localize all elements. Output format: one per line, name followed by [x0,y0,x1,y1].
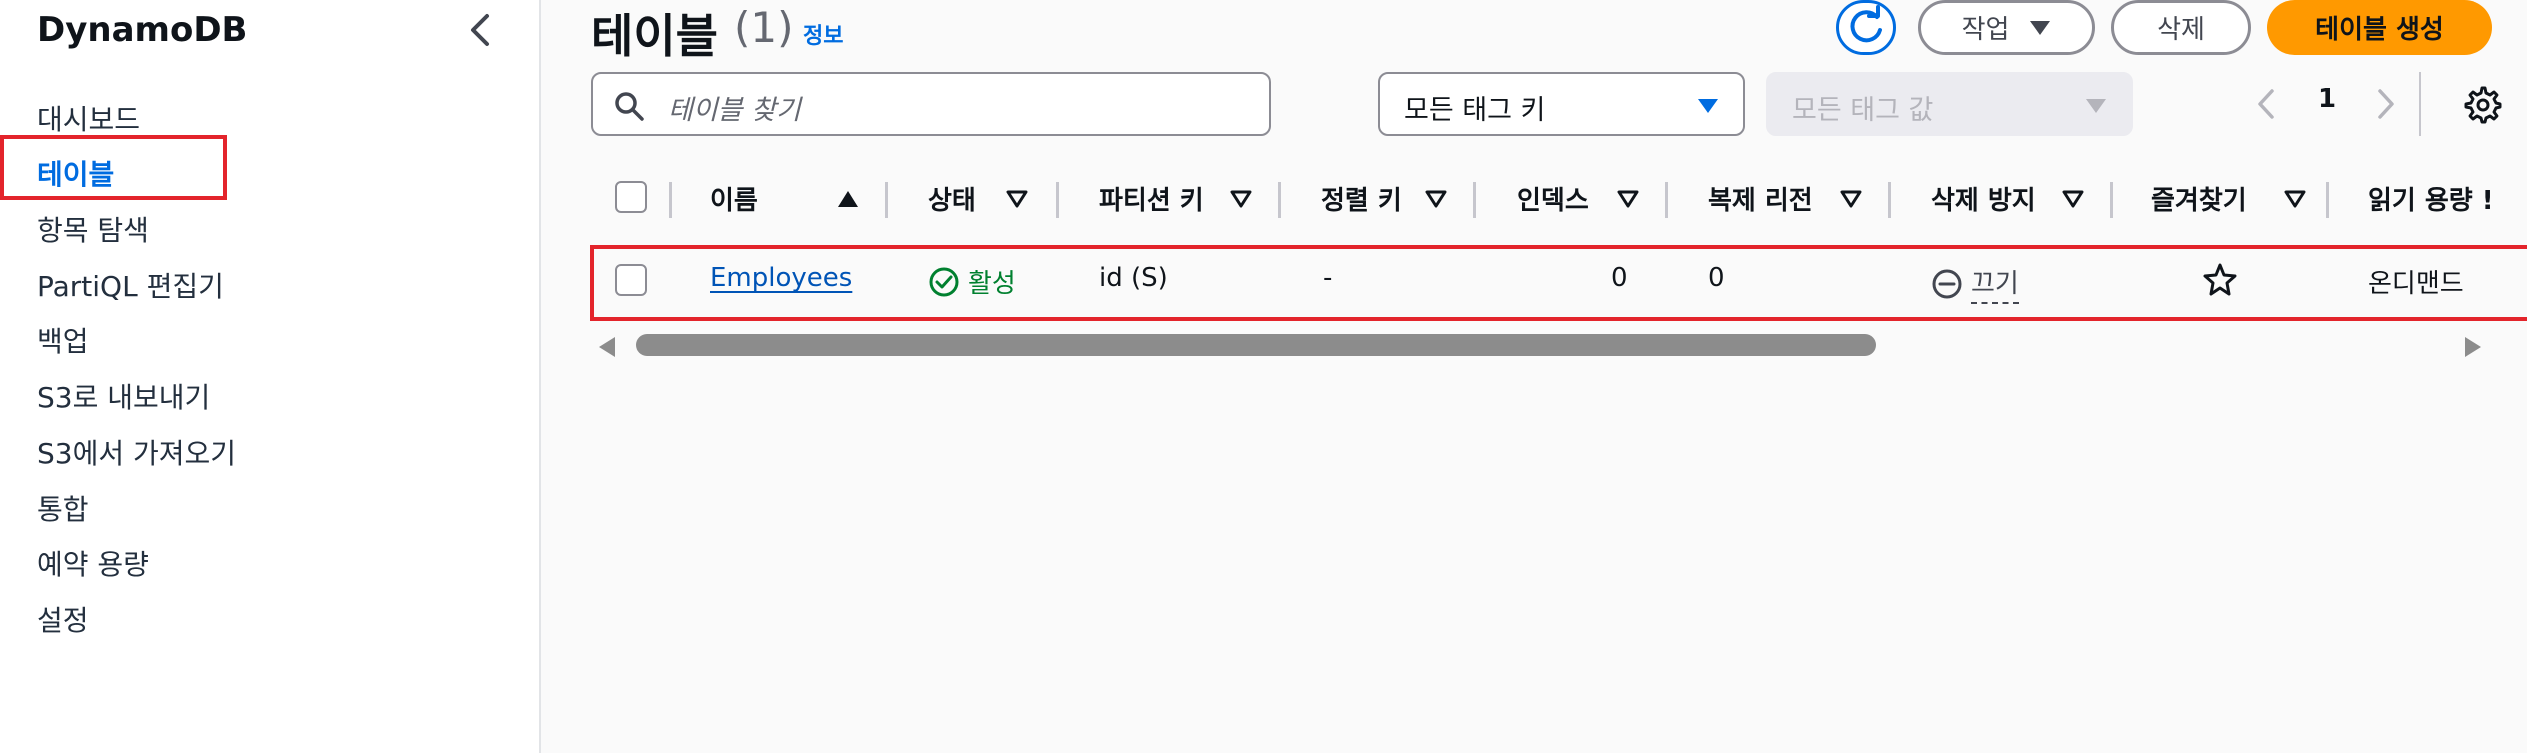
column-header-indexes[interactable]: 인덱스 [1517,180,1589,217]
tag-key-value: 모든 태그 키 [1404,95,1546,126]
column-header-name[interactable]: 이름 [710,180,758,217]
gear-icon[interactable] [2462,84,2502,124]
caret-down-icon [2030,20,2051,35]
caret-down-icon [2086,99,2106,113]
sort-icon[interactable] [1230,189,1252,209]
chevron-left-icon [471,14,489,46]
column-divider [885,182,888,218]
caret-down-icon [1698,99,1718,113]
service-title[interactable]: DynamoDB [37,10,247,50]
sidebar-item-partiql-editor[interactable]: PartiQL 편집기 [37,265,224,305]
actions-button[interactable]: 작업 [1918,0,2095,55]
column-divider [1473,182,1476,218]
column-divider [1888,182,1891,218]
select-all-checkbox[interactable] [615,181,647,213]
table-count: (1) [734,3,794,52]
column-header-sort-key[interactable]: 정렬 키 [1321,180,1402,217]
sort-icon[interactable] [1425,189,1447,209]
create-table-button[interactable]: 테이블 생성 [2267,0,2492,55]
sidebar-item-dashboard[interactable]: 대시보드 [37,98,140,138]
column-header-read-capacity[interactable]: 읽기 용량 ! [2368,180,2494,217]
tag-value-value: 모든 태그 값 [1792,95,1934,126]
row-highlight [590,245,2527,321]
create-table-label: 테이블 생성 [2315,15,2444,45]
tag-value-select[interactable]: 모든 태그 값 [1766,72,2133,136]
sidebar-item-explore-items[interactable]: 항목 탐색 [37,209,149,249]
next-page-icon[interactable] [2375,88,2397,120]
sort-icon[interactable] [1617,189,1639,209]
column-divider [1278,182,1281,218]
sort-icon[interactable] [1840,189,1862,209]
search-placeholder: 테이블 찾기 [668,95,801,126]
sort-ascending-icon[interactable] [837,189,859,209]
column-divider [2110,182,2113,218]
refresh-button[interactable] [1836,0,1896,55]
search-input[interactable]: 테이블 찾기 [591,72,1271,136]
column-divider [669,182,672,218]
column-divider [1056,182,1059,218]
previous-page-icon[interactable] [2255,88,2277,120]
column-header-status[interactable]: 상태 [928,180,976,217]
sidebar-item-backups[interactable]: 백업 [37,320,89,360]
actions-label: 작업 [1961,15,2010,45]
page-title: 테이블 [591,9,718,63]
scroll-left-icon[interactable] [597,335,617,359]
scroll-right-icon[interactable] [2463,335,2483,359]
delete-button[interactable]: 삭제 [2111,0,2251,55]
column-header-deletion-protection[interactable]: 삭제 방지 [1931,180,2036,217]
column-header-replica-regions[interactable]: 복제 리전 [1708,180,1813,217]
column-divider [2326,182,2329,218]
sidebar: DynamoDB 대시보드 테이블 항목 탐색 PartiQL 편집기 백업 S… [0,0,541,753]
sidebar-item-import-s3[interactable]: S3에서 가져오기 [37,432,236,472]
current-page[interactable]: 1 [2318,84,2336,114]
sort-icon[interactable] [2284,189,2306,209]
delete-label: 삭제 [2157,15,2205,45]
sort-icon[interactable] [1006,189,1028,209]
sidebar-item-settings[interactable]: 설정 [37,599,89,639]
tag-key-select[interactable]: 모든 태그 키 [1378,72,1745,136]
column-divider [1665,182,1668,218]
horizontal-scrollbar[interactable] [636,334,1876,356]
refresh-icon [1850,5,1882,43]
column-header-favorites[interactable]: 즐겨찾기 [2151,180,2247,217]
sidebar-item-reserved-capacity[interactable]: 예약 용량 [37,543,149,583]
sort-icon[interactable] [2062,189,2084,209]
sidebar-item-integrations[interactable]: 통합 [37,488,89,528]
active-item-highlight [0,135,227,200]
sidebar-item-export-s3[interactable]: S3로 내보내기 [37,376,210,416]
search-icon [615,92,644,121]
collapse-sidebar-button[interactable] [461,10,501,50]
column-header-partition-key[interactable]: 파티션 키 [1099,180,1204,217]
divider [2419,72,2421,136]
main-content: 테이블 (1) 정보 작업 삭제 테이블 생성 테이블 찾기 모든 태그 키 모… [543,0,2527,753]
info-link[interactable]: 정보 [803,18,843,50]
